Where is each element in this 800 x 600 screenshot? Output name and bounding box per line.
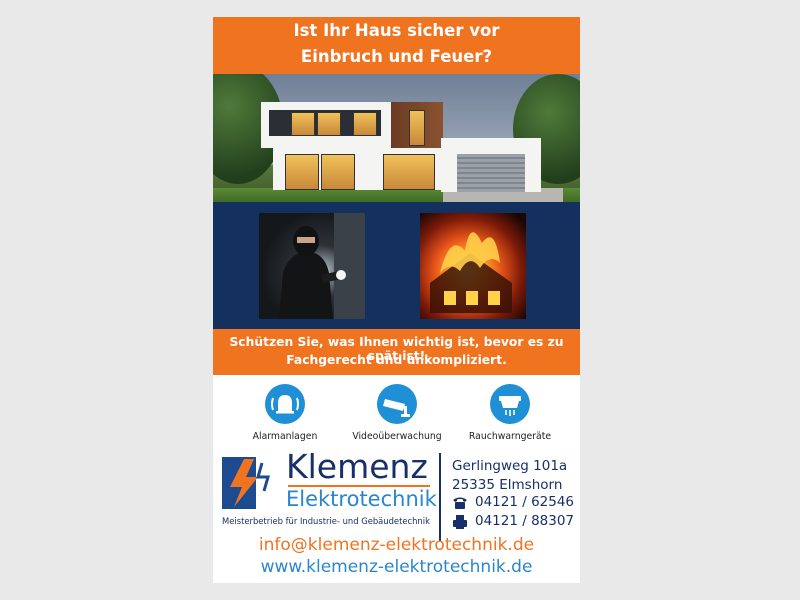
window: [291, 112, 315, 136]
company-tagline: Meisterbetrieb für Industrie- und Gebäud…: [222, 516, 430, 526]
address-street: Gerlingweg 101a: [452, 458, 568, 474]
photo-strip: [213, 202, 580, 329]
alarm-bell-icon: [265, 384, 305, 424]
fax-number: 04121 / 88307: [475, 513, 575, 529]
window: [383, 154, 435, 190]
divider: [439, 453, 441, 541]
garage-door: [457, 154, 525, 192]
company-subname: Elektrotechnik: [286, 487, 437, 511]
phone-number[interactable]: 04121 / 62546: [475, 494, 574, 510]
service-label: Rauchwarngeräte: [468, 431, 552, 442]
headline-line-1: Ist Ihr Haus sicher vor: [293, 21, 500, 40]
burglar-photo: [259, 213, 365, 319]
window: [321, 154, 355, 190]
service-alarm: Alarmanlagen: [225, 384, 345, 442]
window: [353, 112, 377, 136]
service-label: Alarmanlagen: [252, 431, 318, 442]
flyer: Ist Ihr Haus sicher vor Einbruch und Feu…: [213, 17, 580, 583]
service-smoke: Rauchwarngeräte: [450, 384, 570, 442]
house-photo: [213, 74, 580, 202]
phone-icon: [452, 495, 468, 509]
fire-photo: [420, 213, 526, 319]
service-video: Videoüberwachung: [337, 384, 457, 442]
company-name: Klemenz: [286, 447, 428, 486]
window: [317, 112, 341, 136]
address-city: 25335 Elmshorn: [452, 477, 563, 493]
slogan-line-2: Fachgerecht und unkompliziert.: [286, 353, 507, 367]
security-camera-icon: [377, 384, 417, 424]
email-link[interactable]: info@klemenz-elektrotechnik.de: [213, 535, 580, 555]
service-label: Videoüberwachung: [352, 431, 442, 442]
slogan-banner: Schützen Sie, was Ihnen wichtig ist, bev…: [213, 329, 580, 375]
smoke-detector-icon: [490, 384, 530, 424]
company-logo-icon: [222, 457, 274, 509]
website-link[interactable]: www.klemenz-elektrotechnik.de: [213, 557, 580, 577]
fax-icon: [452, 514, 468, 529]
headline-line-2: Einbruch und Feuer?: [300, 47, 493, 66]
headline-banner: Ist Ihr Haus sicher vor Einbruch und Feu…: [213, 17, 580, 74]
window: [409, 110, 425, 146]
window: [285, 154, 319, 190]
